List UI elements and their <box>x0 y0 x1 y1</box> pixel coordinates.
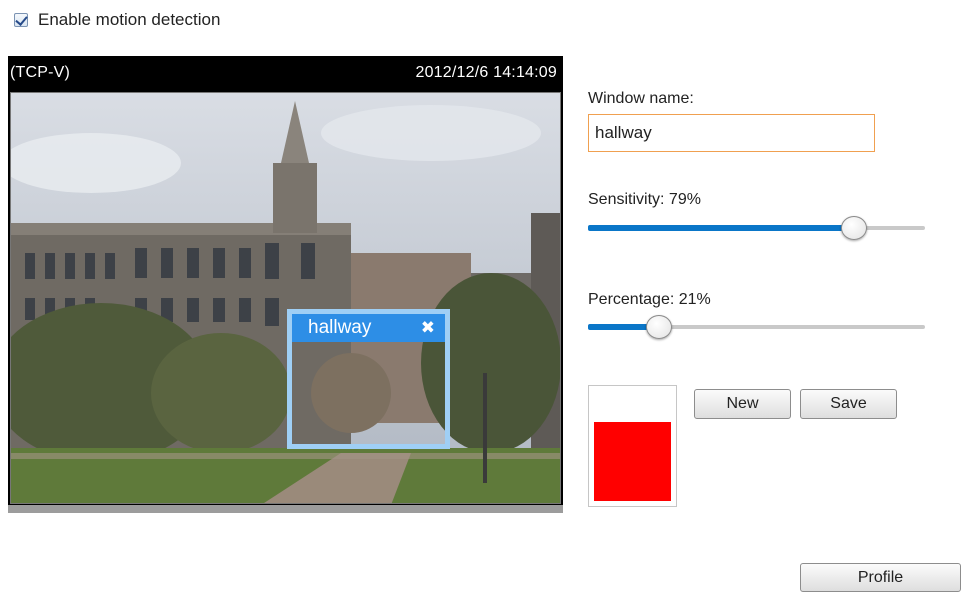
stream-label: (TCP-V) <box>10 64 71 81</box>
profile-button[interactable]: Profile <box>800 563 961 592</box>
video-bottom-bar <box>8 505 563 513</box>
sensitivity-slider[interactable] <box>588 216 925 240</box>
motion-window-title: hallway <box>308 317 372 338</box>
camera-scene[interactable] <box>10 92 561 504</box>
sensitivity-fill <box>588 225 855 231</box>
motion-window-overlay[interactable]: hallway ✖ <box>287 309 450 449</box>
enable-motion-checkbox[interactable] <box>14 13 28 27</box>
sensitivity-slider-handle[interactable] <box>841 216 868 240</box>
motion-activity-indicator <box>588 385 677 507</box>
close-x-icon[interactable]: ✖ <box>421 318 435 338</box>
percentage-slider[interactable] <box>588 315 925 339</box>
window-name-label: Window name: <box>588 90 694 107</box>
enable-motion-label: Enable motion detection <box>38 10 221 29</box>
motion-window-header[interactable]: hallway ✖ <box>292 314 445 342</box>
sensitivity-label: Sensitivity: 79% <box>588 191 701 208</box>
percentage-slider-handle[interactable] <box>645 315 672 339</box>
new-button[interactable]: New <box>694 389 791 419</box>
save-button[interactable]: Save <box>800 389 897 419</box>
camera-scene-image <box>11 93 560 503</box>
window-name-input[interactable] <box>588 114 875 152</box>
video-info-bar: (TCP-V) 2012/12/6 14:14:09 <box>8 56 563 90</box>
video-preview: (TCP-V) 2012/12/6 14:14:09 <box>8 56 563 513</box>
percentage-label: Percentage: 21% <box>588 291 711 308</box>
enable-motion-row[interactable]: Enable motion detection <box>14 10 220 30</box>
motion-activity-level <box>594 421 671 501</box>
video-timestamp: 2012/12/6 14:14:09 <box>415 64 557 81</box>
